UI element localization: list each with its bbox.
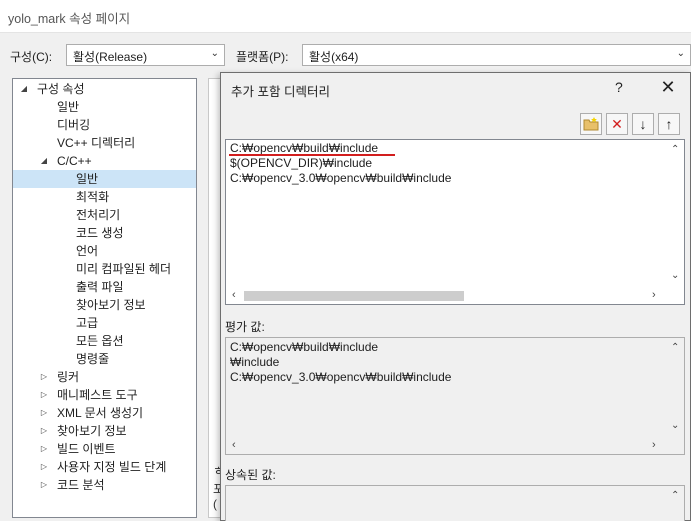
collapsed-arrow-icon[interactable]: ▷ [39,368,49,386]
inherited-value-label: 상속된 값: [225,468,276,482]
config-select[interactable]: 활성(Release) ⌄ [66,44,225,66]
vertical-scrollbar[interactable]: ⌃ [668,486,684,521]
directories-editor[interactable]: C:₩opencv₩build₩include $(OPENCV_DIR)₩in… [225,139,685,305]
new-line-button[interactable] [580,113,602,135]
collapsed-arrow-icon[interactable]: ▷ [39,404,49,422]
scroll-down-icon[interactable]: ⌄ [671,270,679,281]
scroll-right-icon[interactable]: › [652,439,656,451]
tree-item-vc-directories[interactable]: VC++ 디렉터리 [13,134,196,152]
include-directories-dialog: 추가 포함 디렉터리 ? ✕ ✕ ↓ ↑ C:₩opencv₩build₩inc… [220,72,691,521]
tree-item-all-options[interactable]: 모든 옵션 [13,332,196,350]
move-down-button[interactable]: ↓ [632,113,654,135]
tree-item-linker[interactable]: ▷ 링커 [13,368,196,386]
property-tree[interactable]: ◢ 구성 속성 일반 디버깅 VC++ 디렉터리 ◢ C/C++ 일반 최적화 … [12,78,197,518]
close-button[interactable]: ✕ [657,76,679,98]
tree-item-advanced[interactable]: 고급 [13,314,196,332]
vertical-scrollbar[interactable]: ⌃ ⌄ [668,338,684,438]
inherited-value-box: ⌃ [225,485,685,521]
tree-item-preprocessor[interactable]: 전처리기 [13,206,196,224]
collapsed-arrow-icon[interactable]: ▷ [39,386,49,404]
evaluated-entry: C:₩opencv_3.0₩opencv₩build₩include [230,370,452,384]
scroll-up-icon[interactable]: ⌃ [671,342,679,353]
expanded-arrow-icon[interactable]: ◢ [39,152,49,170]
collapsed-arrow-icon[interactable]: ▷ [39,440,49,458]
collapsed-arrow-icon[interactable]: ▷ [39,422,49,440]
move-up-button[interactable]: ↑ [658,113,680,135]
evaluated-entry: C:₩opencv₩build₩include [230,340,379,354]
scroll-down-icon[interactable]: ⌄ [671,420,679,431]
tree-item-output-files[interactable]: 출력 파일 [13,278,196,296]
tree-item-general[interactable]: 일반 [13,98,196,116]
chevron-down-icon: ⌄ [676,48,685,59]
directory-entry[interactable]: $(OPENCV_DIR)₩include [230,156,372,171]
horizontal-scrollbar[interactable]: ‹ › [226,288,668,304]
platform-select-value: 활성(x64) [309,50,359,64]
horizontal-scrollbar[interactable]: ‹ › [226,438,668,454]
evaluated-value-box: C:₩opencv₩build₩include ₩include C:₩open… [225,337,685,455]
tree-item-optimization[interactable]: 최적화 [13,188,196,206]
arrow-up-icon: ↑ [665,116,673,132]
tree-item-build-events[interactable]: ▷ 빌드 이벤트 [13,440,196,458]
delete-line-button[interactable]: ✕ [606,113,628,135]
tree-item-xml-doc-generator[interactable]: ▷ XML 문서 생성기 [13,404,196,422]
scrollbar-thumb[interactable] [244,291,464,301]
evaluated-value-label: 평가 값: [225,320,265,334]
collapsed-arrow-icon[interactable]: ▷ [39,458,49,476]
tree-item-browse-info-2[interactable]: ▷ 찾아보기 정보 [13,422,196,440]
platform-select[interactable]: 활성(x64) ⌄ [302,44,691,66]
evaluated-entry: ₩include [230,355,280,369]
delete-icon: ✕ [611,116,623,132]
dialog-title: 추가 포함 디렉터리 [231,85,330,99]
config-select-value: 활성(Release) [73,50,148,64]
platform-label: 플랫폼(P): [236,50,289,64]
window-title: yolo_mark 속성 페이지 [8,12,131,26]
arrow-down-icon: ↓ [639,116,647,132]
tree-item-manifest-tool[interactable]: ▷ 매니페스트 도구 [13,386,196,404]
collapsed-arrow-icon[interactable]: ▷ [39,476,49,494]
title-bar: yolo_mark 속성 페이지 [0,0,691,33]
scroll-right-icon[interactable]: › [652,289,656,301]
tree-item-cpp-general[interactable]: 일반 [13,170,196,188]
scroll-left-icon[interactable]: ‹ [232,289,236,301]
scroll-up-icon[interactable]: ⌃ [671,144,679,155]
tree-item-debugging[interactable]: 디버깅 [13,116,196,134]
tree-item-browse-info[interactable]: 찾아보기 정보 [13,296,196,314]
chevron-down-icon: ⌄ [210,48,219,59]
tree-item-code-generation[interactable]: 코드 생성 [13,224,196,242]
config-label: 구성(C): [10,50,53,64]
scroll-left-icon[interactable]: ‹ [232,439,236,451]
tree-item-command-line[interactable]: 명령줄 [13,350,196,368]
scroll-up-icon[interactable]: ⌃ [671,490,679,501]
tree-item-precompiled-headers[interactable]: 미리 컴파일된 헤더 [13,260,196,278]
directory-entry[interactable]: C:₩opencv_3.0₩opencv₩build₩include [230,171,451,186]
tree-item-config-properties[interactable]: ◢ 구성 속성 [13,80,196,98]
tree-item-language[interactable]: 언어 [13,242,196,260]
tree-item-code-analysis[interactable]: ▷ 코드 분석 [13,476,196,494]
tree-item-cpp[interactable]: ◢ C/C++ [13,152,196,170]
help-button[interactable]: ? [615,79,623,95]
background-text: ( [213,497,217,511]
tree-item-custom-build-step[interactable]: ▷ 사용자 지정 빌드 단계 [13,458,196,476]
expanded-arrow-icon[interactable]: ◢ [19,80,29,98]
vertical-scrollbar[interactable]: ⌃ ⌄ [668,140,684,288]
folder-icon [583,117,599,131]
